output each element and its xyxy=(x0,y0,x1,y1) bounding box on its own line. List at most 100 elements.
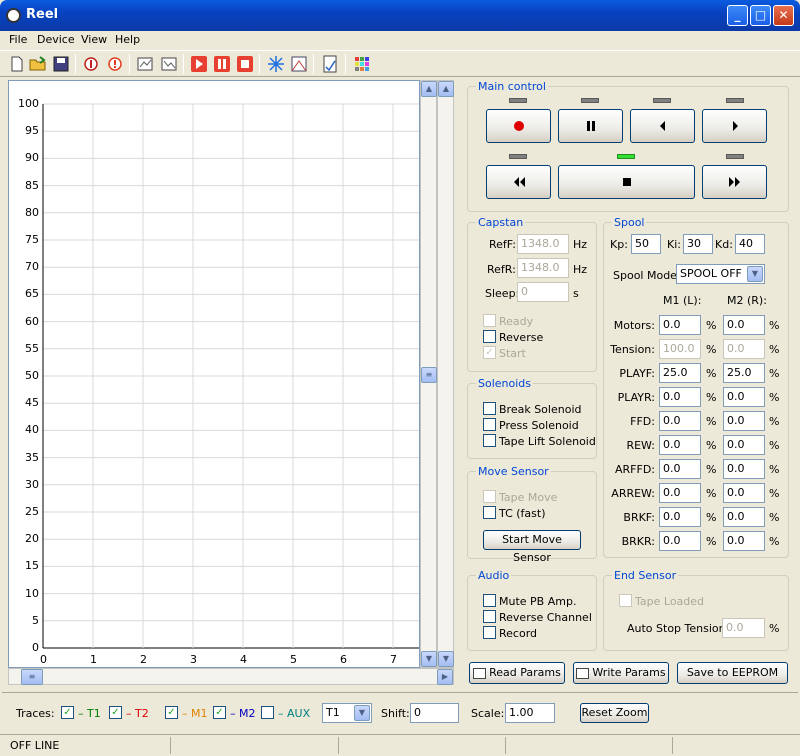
spool-row-ffd-m2-input[interactable]: 0.0 xyxy=(723,411,765,431)
scroll-up-icon-2[interactable]: ▲ xyxy=(438,81,454,97)
mute-pb-amp-checkbox[interactable] xyxy=(483,594,496,607)
kp-input[interactable]: 50 xyxy=(631,234,661,254)
grid-color-icon[interactable] xyxy=(353,55,371,73)
press-solenoid-checkbox[interactable] xyxy=(483,418,496,431)
fast-forward-button[interactable] xyxy=(702,165,767,199)
graph-vertical-scrollbar-2[interactable]: ▲ ▼ xyxy=(437,80,454,668)
spool-row-motors-m2-input[interactable]: 0.0 xyxy=(723,315,765,335)
reset-zoom-button[interactable]: Reset Zoom xyxy=(580,703,649,723)
pause-icon[interactable] xyxy=(213,55,231,73)
trace-graph[interactable]: 100 95 90 85 80 75 70 65 60 55 50 45 40 35 30 25 20 15 10 5… xyxy=(8,80,420,668)
spool-row-brkr-m2-input[interactable]: 0.0 xyxy=(723,531,765,551)
trace-m1-checkbox[interactable]: ✓ xyxy=(165,706,178,719)
spool-row-brkf-m2-input[interactable]: 0.0 xyxy=(723,507,765,527)
maximize-button[interactable]: □ xyxy=(750,5,771,26)
step-forward-button[interactable] xyxy=(702,109,767,143)
open-folder-icon[interactable] xyxy=(29,55,47,73)
minimize-button[interactable]: _ xyxy=(727,5,748,26)
read-params-icon[interactable] xyxy=(136,55,154,73)
stop-button[interactable] xyxy=(558,165,695,199)
write-params-icon[interactable] xyxy=(160,55,178,73)
spool-row-motors-m1-input[interactable]: 0.0 xyxy=(659,315,701,335)
title-bar[interactable]: Reel _ □ ✕ xyxy=(0,0,800,31)
spool-row-motors-m2-unit: % xyxy=(769,319,780,332)
start-checkbox[interactable]: ✓ xyxy=(483,346,496,359)
trace-aux-checkbox[interactable] xyxy=(261,706,274,719)
spool-row-tension-m2-input[interactable]: 0.0 xyxy=(723,339,765,359)
save-icon[interactable] xyxy=(52,55,70,73)
ref-r-input[interactable]: 1348.0 xyxy=(517,258,569,278)
spool-row-playf-m2-input[interactable]: 25.0 xyxy=(723,363,765,383)
spool-row-ffd-m1-input[interactable]: 0.0 xyxy=(659,411,701,431)
scroll-right-icon[interactable]: ▶ xyxy=(437,669,453,685)
trace-select[interactable]: T1 ▼ xyxy=(322,703,372,723)
snowflake-icon[interactable] xyxy=(267,55,285,73)
rewind-button[interactable] xyxy=(486,165,551,199)
sleep-input[interactable]: 0 xyxy=(517,282,569,302)
spool-row-playr-m2-input[interactable]: 0.0 xyxy=(723,387,765,407)
scroll-up-icon[interactable]: ▲ xyxy=(421,81,437,97)
ready-label: Ready xyxy=(499,315,534,328)
trace-m2-checkbox[interactable]: ✓ xyxy=(213,706,226,719)
spool-row-brkf-m1-input[interactable]: 0.0 xyxy=(659,507,701,527)
hscroll-thumb[interactable]: ≡ xyxy=(21,669,43,685)
spool-row-arrew-m1-input[interactable]: 0.0 xyxy=(659,483,701,503)
reverse-channel-checkbox[interactable] xyxy=(483,610,496,623)
trace-t2-checkbox[interactable]: ✓ xyxy=(109,706,122,719)
spool-row-rew-m2-input[interactable]: 0.0 xyxy=(723,435,765,455)
break-solenoid-checkbox[interactable] xyxy=(483,402,496,415)
read-params-button[interactable]: Read Params xyxy=(469,662,565,684)
menu-help[interactable]: Help xyxy=(115,33,140,46)
scale-input[interactable]: 1.00 xyxy=(505,703,555,723)
spool-row-rew-m2-unit: % xyxy=(769,439,780,452)
spool-row-arrew-m2-input[interactable]: 0.0 xyxy=(723,483,765,503)
scroll-down-icon[interactable]: ▼ xyxy=(421,651,437,667)
chevron-down-icon-2[interactable]: ▼ xyxy=(354,705,370,721)
menu-view[interactable]: View xyxy=(81,33,107,46)
spool-row-tension-m1-input[interactable]: 100.0 xyxy=(659,339,701,359)
ki-input[interactable]: 30 xyxy=(683,234,713,254)
spool-mode-select[interactable]: SPOOL OFF ▼ xyxy=(676,264,765,284)
graph-vertical-scrollbar[interactable]: ▲ ≡ ▼ xyxy=(420,80,437,668)
play-icon[interactable] xyxy=(190,55,208,73)
record-checkbox[interactable] xyxy=(483,626,496,639)
tape-lift-solenoid-checkbox[interactable] xyxy=(483,434,496,447)
scroll-down-icon-2[interactable]: ▼ xyxy=(438,651,454,667)
chevron-down-icon[interactable]: ▼ xyxy=(747,266,763,282)
ref-f-input[interactable]: 1348.0 xyxy=(517,234,569,254)
close-button[interactable]: ✕ xyxy=(773,5,794,26)
auto-stop-tension-input[interactable]: 0.0 xyxy=(722,618,765,638)
menu-device[interactable]: Device xyxy=(37,33,75,46)
pause-button[interactable] xyxy=(558,109,623,143)
disconnect-icon[interactable] xyxy=(106,55,124,73)
reverse-checkbox[interactable] xyxy=(483,330,496,343)
graph-horizontal-scrollbar[interactable]: ≡ ▶ xyxy=(8,668,454,685)
layout-icon[interactable] xyxy=(290,55,308,73)
start-move-sensor-button[interactable]: Start Move Sensor xyxy=(483,530,581,564)
menu-file[interactable]: File xyxy=(9,33,27,46)
tape-move-checkbox[interactable] xyxy=(483,490,496,503)
shift-input[interactable]: 0 xyxy=(410,703,459,723)
save-to-eeprom-button[interactable]: Save to EEPROM xyxy=(677,662,788,684)
stop-icon[interactable] xyxy=(236,55,254,73)
chart-icon[interactable] xyxy=(321,55,339,73)
new-file-icon[interactable] xyxy=(8,55,26,73)
rewind-led xyxy=(509,154,527,159)
scroll-thumb[interactable]: ≡ xyxy=(421,367,437,383)
spool-row-brkr-m1-input[interactable]: 0.0 xyxy=(659,531,701,551)
tc-fast-checkbox[interactable] xyxy=(483,506,496,519)
spool-row-playr-m1-input[interactable]: 0.0 xyxy=(659,387,701,407)
connect-icon[interactable] xyxy=(82,55,100,73)
y-tick-label: 20 xyxy=(25,532,39,546)
step-back-button[interactable] xyxy=(630,109,695,143)
tape-loaded-checkbox[interactable] xyxy=(619,594,632,607)
record-button[interactable] xyxy=(486,109,551,143)
trace-t1-checkbox[interactable]: ✓ xyxy=(61,706,74,719)
spool-row-arffd-m2-input[interactable]: 0.0 xyxy=(723,459,765,479)
spool-row-rew-m1-input[interactable]: 0.0 xyxy=(659,435,701,455)
spool-row-arffd-m1-input[interactable]: 0.0 xyxy=(659,459,701,479)
spool-row-playf-m1-input[interactable]: 25.0 xyxy=(659,363,701,383)
write-params-button[interactable]: Write Params xyxy=(573,662,669,684)
kd-input[interactable]: 40 xyxy=(735,234,765,254)
ready-checkbox[interactable] xyxy=(483,314,496,327)
